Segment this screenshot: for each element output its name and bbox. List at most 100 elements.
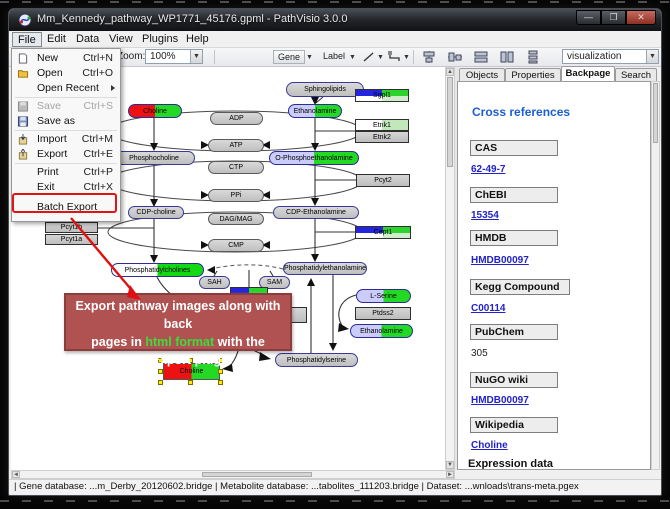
node-cept1[interactable]: Cept1 <box>355 226 411 239</box>
backpage-heading: Cross references <box>472 105 570 119</box>
menu-help[interactable]: Help <box>181 32 214 47</box>
label-template-button[interactable]: Label <box>319 50 349 64</box>
maximize-button[interactable]: ❐ <box>601 10 626 25</box>
visualization-value: visualization <box>567 51 621 62</box>
window-title: Mm_Kennedy_pathway_WP1771_45176.gpml - P… <box>37 13 347 25</box>
node-ptdss2[interactable]: Ptdss2 <box>355 307 411 320</box>
node-sgpl1[interactable]: Sgpl1 <box>355 89 409 102</box>
selection-handle[interactable] <box>218 369 223 374</box>
selection-handle[interactable] <box>218 380 223 385</box>
node-pcyt1a[interactable]: Pcyt1a <box>45 234 98 245</box>
screen-background: Mm_Kennedy_pathway_WP1771_45176.gpml - P… <box>0 0 670 509</box>
submenu-arrow-icon <box>111 85 115 91</box>
node-dag-mag[interactable]: DAG/MAG <box>208 213 264 225</box>
node-sphingolipids[interactable]: Sphingolipids <box>286 82 364 97</box>
scroll-left-icon[interactable]: ◄ <box>12 471 20 478</box>
node-pcyt2[interactable]: Pcyt2 <box>356 174 410 187</box>
save-as-icon <box>17 116 29 127</box>
selection-handle[interactable] <box>188 380 193 385</box>
node-phosphatidylethanolamine[interactable]: Phosphatidylethanolamine <box>283 262 367 275</box>
xref-section-kegg: Kegg Compound <box>470 279 570 295</box>
label-dropdown-icon[interactable]: ▼ <box>349 54 356 61</box>
selection-handle[interactable] <box>158 380 163 385</box>
menu-data[interactable]: Data <box>71 32 104 47</box>
node-ethanolamine-top[interactable]: Ethanolamine <box>288 104 342 118</box>
batch-export-highlight-box <box>12 193 117 213</box>
close-button[interactable]: ✕ <box>626 10 656 25</box>
stack-icon[interactable] <box>525 50 541 64</box>
menu-item-open-recent[interactable]: Open Recent <box>13 81 119 96</box>
node-cdp-choline[interactable]: CDP-choline <box>128 206 184 219</box>
align-center-icon[interactable] <box>421 50 437 64</box>
scroll-down-icon[interactable]: ▼ <box>446 461 454 469</box>
node-adp[interactable]: ADP <box>210 112 263 125</box>
scrollbar-thumb[interactable] <box>447 77 453 167</box>
scroll-right-icon[interactable]: ► <box>446 471 454 478</box>
node-ethanolamine-bottom[interactable]: Ethanolamine <box>350 324 413 338</box>
menu-item-export[interactable]: ExportCtrl+E <box>13 147 119 162</box>
node-ctp[interactable]: CTP <box>208 161 264 174</box>
menu-item-new[interactable]: NewCtrl+N <box>13 51 119 66</box>
xref-link-kegg[interactable]: C00114 <box>471 303 505 314</box>
menu-item-print[interactable]: PrintCtrl+P <box>13 165 119 180</box>
menu-file[interactable]: File <box>12 32 42 47</box>
chevron-down-icon[interactable]: ▼ <box>190 50 202 63</box>
node-atp[interactable]: ATP <box>208 139 264 152</box>
node-phosphocholine[interactable]: Phosphocholine <box>113 151 195 165</box>
node-cmp[interactable]: CMP <box>208 239 264 252</box>
xref-link-hmdb[interactable]: HMDB00097 <box>471 255 529 266</box>
node-o-phosphoethanolamine[interactable]: O-Phosphoethanolamine <box>269 151 359 165</box>
xref-link-chebi[interactable]: 15354 <box>471 210 499 221</box>
common-width-icon[interactable] <box>473 50 489 64</box>
tab-backpage[interactable]: Backpage <box>561 66 615 82</box>
node-l-serine[interactable]: L-Serine <box>356 289 411 303</box>
xref-link-nugo[interactable]: HMDB00097 <box>471 395 529 406</box>
scroll-up-icon[interactable]: ▲ <box>446 68 454 76</box>
node-cdp-ethanolamine[interactable]: CDP-Ethanolamine <box>273 206 359 219</box>
xref-section-cas: CAS <box>470 140 558 156</box>
node-pcyt1b[interactable]: Pcyt1b <box>45 222 98 233</box>
canvas-horizontal-scrollbar[interactable]: ◄ ► <box>11 470 455 479</box>
node-sah[interactable]: SAH <box>199 276 230 289</box>
node-etnk2[interactable]: Etnk2 <box>355 131 409 143</box>
menu-edit[interactable]: Edit <box>42 32 71 47</box>
backpage-panel: Cross references CAS 62-49-7 ChEBI 15354… <box>457 81 651 470</box>
node-choline-top[interactable]: Choline <box>128 104 182 118</box>
scrollbar-thumb[interactable] <box>653 83 658 143</box>
line-tool-icon[interactable] <box>361 50 377 64</box>
tab-objects[interactable]: Objects <box>459 68 505 82</box>
tab-properties[interactable]: Properties <box>505 68 561 82</box>
pathvisio-window: Mm_Kennedy_pathway_WP1771_45176.gpml - P… <box>8 8 662 496</box>
menu-bar: File Edit Data View Plugins Help <box>9 31 661 48</box>
visualization-combobox[interactable]: visualization ▼ <box>562 49 659 64</box>
xref-link-cas[interactable]: 62-49-7 <box>471 164 505 175</box>
selection-handle[interactable] <box>158 369 163 374</box>
new-document-icon <box>17 53 29 64</box>
status-text: | Gene database: ...m_Derby_20120602.bri… <box>14 481 579 492</box>
zoom-combobox[interactable]: 100% ▼ <box>145 49 203 64</box>
menu-item-import[interactable]: ImportCtrl+M <box>13 132 119 147</box>
tab-search[interactable]: Search <box>615 68 657 82</box>
connector-tool-icon[interactable] <box>387 50 403 64</box>
gene-template-button[interactable]: Gene <box>273 50 305 64</box>
node-etnk1[interactable]: Etnk1 <box>355 119 409 131</box>
line-dropdown-icon[interactable]: ▼ <box>377 54 384 61</box>
import-icon <box>17 134 29 145</box>
scrollbar-thumb[interactable] <box>202 472 312 477</box>
panel-scrollbar[interactable] <box>651 81 660 470</box>
align-middle-icon[interactable] <box>447 50 463 64</box>
canvas-vertical-scrollbar[interactable]: ▲ ▼ <box>445 67 455 470</box>
chevron-down-icon[interactable]: ▼ <box>646 50 658 63</box>
menu-view[interactable]: View <box>104 32 138 47</box>
menu-plugins[interactable]: Plugins <box>137 32 183 47</box>
connector-dropdown-icon[interactable]: ▼ <box>403 54 410 61</box>
gene-dropdown-icon[interactable]: ▼ <box>306 54 313 61</box>
node-ppi[interactable]: PPi <box>208 189 264 202</box>
node-phosphatidylcholines[interactable]: Phosphatidylcholines <box>111 263 204 277</box>
open-folder-icon <box>17 68 29 79</box>
minimize-button[interactable]: — <box>576 10 601 25</box>
xref-link-wikipedia[interactable]: Choline <box>471 440 508 451</box>
menu-item-save-as[interactable]: Save as <box>13 114 119 129</box>
menu-item-open[interactable]: OpenCtrl+O <box>13 66 119 81</box>
common-height-icon[interactable] <box>499 50 515 64</box>
